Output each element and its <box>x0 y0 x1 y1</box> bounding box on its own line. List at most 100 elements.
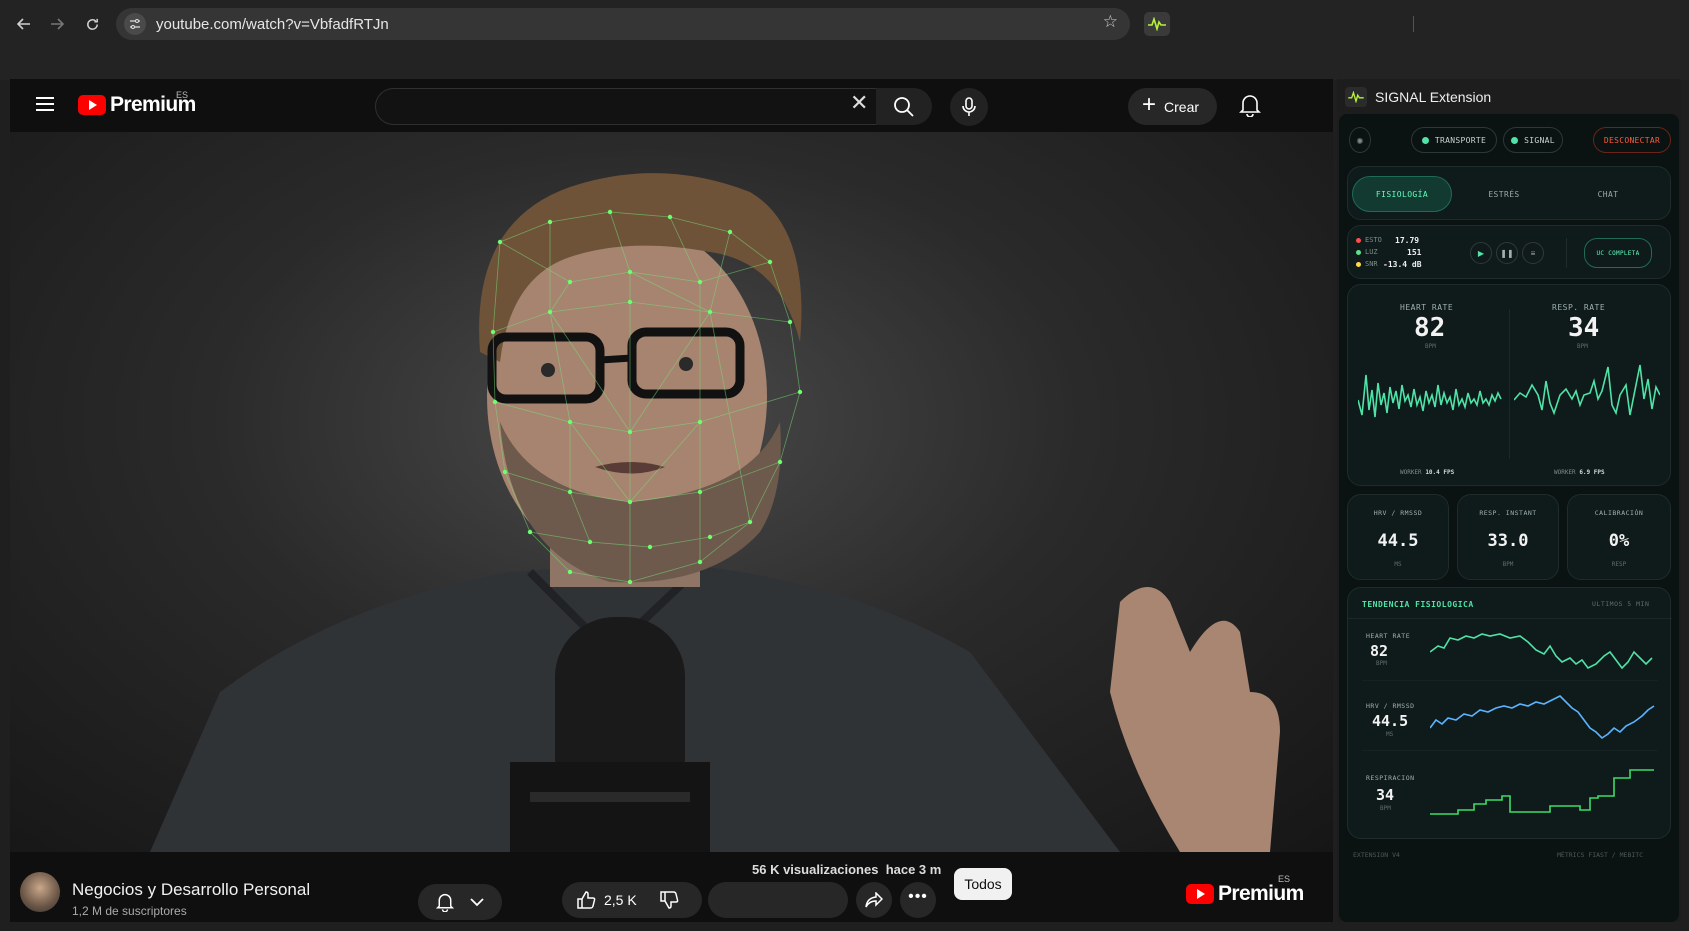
resp-rate-unit: BPM <box>1577 343 1588 350</box>
create-label: Crear <box>1164 98 1200 115</box>
signal-chip[interactable]: SIGNAL <box>1503 127 1563 153</box>
signal-extension-panel: SIGNAL Extension ✺ TRANSPORTE SIGNAL DES… <box>1337 79 1681 922</box>
notifications-button[interactable] <box>1239 93 1261 122</box>
tab-chat[interactable]: CHAT <box>1558 176 1658 212</box>
worker-value: 10.4 FPS <box>1425 469 1455 476</box>
voice-search-button[interactable] <box>950 88 988 126</box>
arrow-right-icon <box>51 18 64 30</box>
chevron-down-icon <box>470 898 484 907</box>
thumbs-up-icon[interactable] <box>576 890 596 910</box>
metric-card-calibration: CALIBRACIÓN 0% RESP <box>1567 494 1671 580</box>
trend-row-value: 82 <box>1370 642 1389 660</box>
trend-row-label: RESPIRACION <box>1366 774 1415 782</box>
trend-row-unit: BPM <box>1376 660 1387 667</box>
browser-toolbar: youtube.com/watch?v=VbfadfRTJn ☆ <box>0 0 1689 80</box>
video-player[interactable] <box>10 132 1333 852</box>
pause-button[interactable]: ❚❚ <box>1496 242 1518 264</box>
metric-unit: MS <box>1394 561 1402 568</box>
metric-card-hrv: HRV / RMSSD 44.5 MS <box>1347 494 1449 580</box>
more-horizontal-icon: ••• <box>908 888 928 905</box>
tab-estres[interactable]: ESTRÉS <box>1454 176 1554 212</box>
plus-icon: + <box>1142 91 1157 118</box>
full-view-button[interactable]: UC COMPLETA <box>1584 238 1652 268</box>
arrow-left-icon <box>17 18 30 30</box>
footer-version: EXTENSION V4 <box>1353 851 1400 859</box>
site-info-icon[interactable] <box>124 13 146 35</box>
play-icon: ▶ <box>1477 248 1485 258</box>
reload-icon <box>86 18 98 30</box>
settings-button[interactable]: ✺ <box>1349 127 1371 153</box>
tab-bar: FISIOLOGÍA ESTRÉS CHAT <box>1347 166 1671 220</box>
reset-button[interactable]: ≡ <box>1522 242 1544 264</box>
status-label: SNR <box>1365 260 1378 268</box>
trend-row-label: HEART RATE <box>1366 632 1411 640</box>
metric-value: 33.0 <box>1487 531 1529 551</box>
trend-row-unit: BPM <box>1380 805 1391 812</box>
divider <box>1348 618 1672 619</box>
menu-icon[interactable] <box>36 97 54 111</box>
empty-action-pill[interactable] <box>708 882 848 918</box>
metric-unit: BPM <box>1502 561 1514 568</box>
transport-chip[interactable]: TRANSPORTE <box>1411 127 1497 153</box>
pulse-icon <box>1148 17 1166 31</box>
subscription-bell-button[interactable] <box>418 884 502 920</box>
create-button[interactable]: + Crear <box>1128 88 1217 125</box>
channel-name[interactable]: Negocios y Desarrollo Personal <box>72 880 310 900</box>
gear-icon: ✺ <box>1356 133 1364 147</box>
trend-row-label: HRV / RMSSD <box>1366 702 1415 710</box>
status-dot <box>1356 249 1361 255</box>
more-actions-button[interactable]: ••• <box>900 882 936 918</box>
heart-rate-value: 82 <box>1414 313 1446 343</box>
share-icon <box>865 892 883 908</box>
clear-search-icon[interactable]: ✕ <box>850 90 868 116</box>
youtube-logo-bottom[interactable]: Premium <box>1186 882 1304 906</box>
divider <box>1362 680 1658 681</box>
status-dot <box>1356 261 1361 267</box>
reset-icon: ≡ <box>1530 248 1536 258</box>
trend-row-value: 34 <box>1376 786 1395 804</box>
resp-waveform <box>1514 364 1660 416</box>
forward-button[interactable] <box>43 10 71 38</box>
divider <box>1566 238 1567 268</box>
region-code-bottom: ES <box>1278 874 1291 884</box>
trend-row-value: 44.5 <box>1372 712 1409 730</box>
signal-extension-button[interactable] <box>1144 12 1170 36</box>
status-dot <box>1511 136 1519 144</box>
status-card: ESTO 17.79 LUZ 151 SNR -13.4 dB ▶ ❚❚ ≡ U… <box>1347 225 1671 279</box>
filter-chip-todos[interactable]: Todos <box>954 868 1012 900</box>
tab-fisiologia[interactable]: FISIOLOGÍA <box>1352 176 1452 212</box>
channel-avatar[interactable] <box>20 872 60 912</box>
search-icon <box>894 96 914 117</box>
pause-icon: ❚❚ <box>1500 248 1514 258</box>
metric-unit: RESP <box>1611 561 1627 568</box>
disconnect-button[interactable]: DESCONECTAR <box>1593 127 1671 153</box>
play-button[interactable]: ▶ <box>1470 242 1492 264</box>
metric-label: CALIBRACIÓN <box>1594 509 1644 517</box>
heart-rate-unit: BPM <box>1425 343 1436 350</box>
status-label: ESTO <box>1365 236 1382 244</box>
share-button[interactable] <box>856 882 892 918</box>
url-text[interactable]: youtube.com/watch?v=VbfadfRTJn <box>156 16 389 33</box>
extension-body: ✺ TRANSPORTE SIGNAL DESCONECTAR FISIOLOG… <box>1339 114 1679 922</box>
worker-label: WORKER <box>1400 469 1422 476</box>
microphone-icon <box>962 97 976 116</box>
like-count[interactable]: 2,5 K <box>604 892 637 908</box>
back-button[interactable] <box>10 10 38 38</box>
status-dot <box>1356 237 1361 243</box>
trend-card: TENDENCIA FISIOLOGICA ULTIMOS 5 MIN HEAR… <box>1347 587 1672 839</box>
search-input[interactable] <box>375 88 887 125</box>
bookmark-star-icon[interactable]: ☆ <box>1103 12 1118 32</box>
reload-button[interactable] <box>78 10 106 38</box>
address-bar[interactable]: youtube.com/watch?v=VbfadfRTJn ☆ <box>116 8 1130 40</box>
like-dislike-group: 2,5 K <box>562 882 702 918</box>
video-frame-illustration <box>150 173 1280 852</box>
worker-value: 6.9 FPS <box>1579 469 1605 476</box>
search-button[interactable] <box>876 88 932 125</box>
respiration-trend-line <box>1430 769 1654 815</box>
metric-value: 0% <box>1608 531 1630 551</box>
worker-fps-left: WORKER 10.4 FPS <box>1400 469 1454 476</box>
thumbs-down-icon[interactable] <box>659 890 679 910</box>
extension-title: SIGNAL Extension <box>1375 89 1492 105</box>
resp-rate-label: RESP. RATE <box>1552 303 1606 312</box>
trend-title: TENDENCIA FISIOLOGICA <box>1362 600 1474 609</box>
